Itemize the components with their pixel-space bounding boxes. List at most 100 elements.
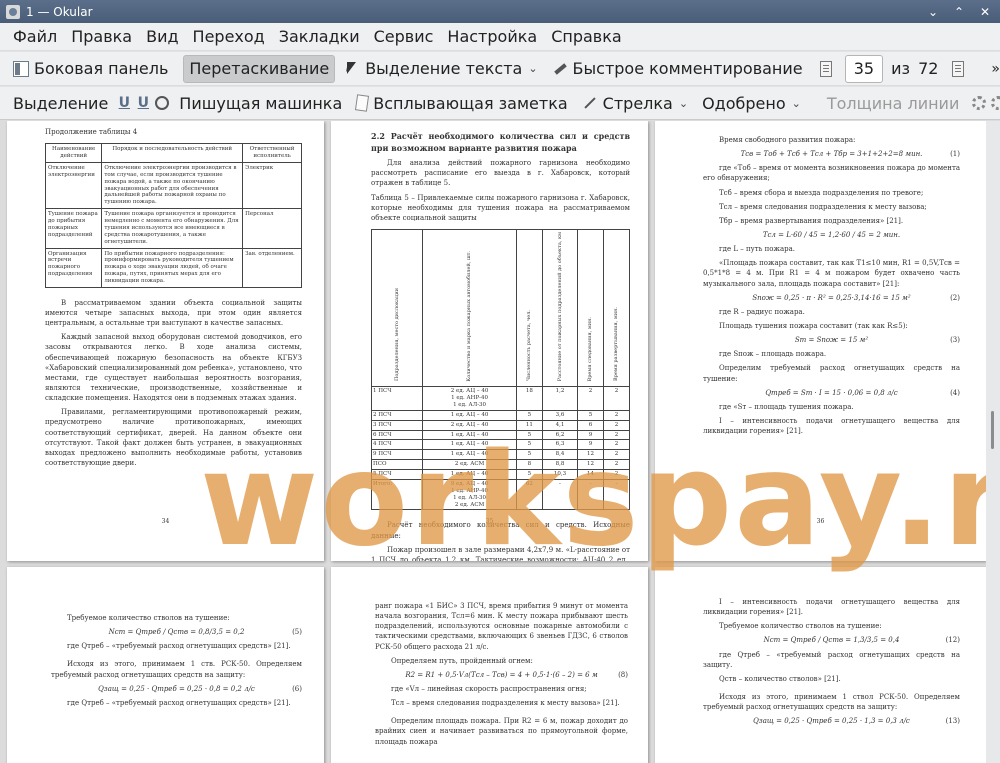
paragraph: где «Sт – площадь тушения пожара. [719, 402, 854, 411]
table-header: Порядок и последовательность действий [101, 143, 244, 163]
paragraph: I – интенсивность подачи огнетушащего ве… [703, 598, 960, 617]
page-number: 36 [816, 518, 825, 526]
page-number-input[interactable]: 35 [844, 54, 884, 83]
table-cell: Отключение электроэнергии производится в… [101, 161, 244, 210]
paragraph: Tсл – время следования подразделения к м… [719, 202, 927, 211]
line-width-button[interactable]: Толщина линии [822, 89, 965, 117]
paragraph: Tсб – время сбора и выезда подразделения… [719, 188, 924, 197]
formula: Qтреб = Sт · I = 15 · 0,06 = 0,8 л/с (4) [765, 388, 960, 397]
formula: Qзащ = 0,25 · Qтреб = 0,25 · 1,3 = 0,3 л… [753, 717, 960, 726]
table-caption: Таблица 5 – Привлекаемые силы пожарного … [371, 193, 630, 222]
table-header: Ответственный исполнитель [242, 143, 302, 163]
paragraph: Требуемое количество стволов на тушение: [67, 614, 230, 622]
menu-tools[interactable]: Сервис [367, 24, 441, 49]
arrow-tool-button[interactable]: Стрелка ⌄ [577, 89, 693, 117]
page-37: Требуемое количество стволов на тушение:… [7, 567, 324, 763]
table-header: Количество и марка пожарных автомобилей,… [422, 229, 517, 388]
highlight-tool-button[interactable]: Выделение [8, 89, 113, 117]
minimize-button[interactable]: ⌄ [922, 3, 944, 21]
actions-table: Наименование действий Порядок и последов… [44, 143, 302, 288]
scrollbar-thumb[interactable] [991, 411, 994, 449]
menu-edit[interactable]: Правка [64, 24, 139, 49]
menu-bookmarks[interactable]: Закладки [272, 24, 367, 49]
typewriter-tool-button[interactable]: Пишущая машинка [174, 89, 347, 117]
paragraph: В рассматриваемом здании объекта социаль… [45, 298, 302, 328]
paragraph: Для анализа действий пожарного гарнизона… [371, 159, 630, 188]
paragraph: ранг пожара «1 БИС» 3 ПСЧ, время прибыти… [375, 602, 628, 651]
toolbar-overflow-icon[interactable]: » [991, 61, 1000, 77]
table-row: ПСО 2 ед. АСМ 8 8,8 12 2 [370, 459, 630, 471]
table-row: 1 ПСЧ 2 ед. АЦ – 40 1 ед. АНР-40 1 ед. АЛ… [370, 386, 630, 411]
table-row: 3 ПСЧ 2 ед. АЦ – 40 11 4,1 6 2 [370, 419, 630, 431]
sidebar-icon [13, 60, 29, 77]
paragraph: Исходя из этого, принимаем 1 ствол РСК-5… [703, 692, 960, 712]
browse-tool-button[interactable]: Перетаскивание [183, 54, 336, 83]
paragraph: Пожар произошел в зале размерами 4,2х7,9… [371, 545, 630, 561]
paragraph: где «Tоб – время от момента возникновени… [703, 164, 960, 183]
underline-icon[interactable]: U [117, 95, 131, 111]
popup-note-tool-button[interactable]: Всплывающая заметка [351, 89, 572, 117]
table-cell: По прибытии пожарного подразделения: про… [101, 247, 244, 288]
formula: Nст = Qтреб / Qств = 0,8/3,5 = 0,2 (5) [108, 628, 302, 637]
paragraph: Tбр – время развертывания подразделения»… [719, 216, 904, 225]
vertical-scrollbar[interactable] [986, 121, 1000, 763]
menu-settings[interactable]: Настройка [440, 24, 544, 49]
table-cell: Отключение электроэнергии [44, 161, 103, 210]
page-number: 35 [485, 518, 494, 526]
next-page-icon[interactable] [952, 60, 965, 77]
page-34: Продолжение таблицы 4 Наименование дейст… [7, 121, 324, 561]
stamp-icon[interactable] [155, 96, 170, 110]
stamp-approved-button[interactable]: Одобрено ⌄ [697, 89, 806, 117]
table-row: 6 ПСЧ 1 ед. АЦ – 40 5 6,2 9 2 [370, 429, 630, 441]
opacity-icon[interactable] [991, 96, 1000, 110]
arrow-icon [582, 95, 598, 111]
chevron-down-icon[interactable]: ⌄ [679, 97, 688, 110]
table-row: 5 ПСЧ 1 ед. АЦ – 40 5 10,3 14 2 [370, 469, 630, 480]
section-heading: 2.2 Расчёт необходимого количества сил и… [371, 131, 630, 153]
table-row: Тушение пожара до прибытия пожарных подр… [44, 208, 302, 249]
table-cell: Электрик [242, 161, 302, 210]
window-title: 1 — Okular [26, 4, 93, 19]
menu-help[interactable]: Справка [544, 24, 629, 49]
title-bar: 1 — Okular ⌄ ⌃ ✕ [0, 0, 1000, 23]
annotation-toolbar: Выделение U U Пишущая машинка Всплывающа… [0, 86, 1000, 120]
forces-table: Подразделения, место дислокации Количест… [370, 229, 630, 511]
paragraph: Определим требуемый расход огнетушащих с… [703, 364, 960, 383]
paragraph: где «Vл – линейная скорость распростране… [391, 684, 587, 693]
table-row: 2 ПСЧ 1 ед. АЦ – 40 5 3,6 5 2 [370, 409, 630, 421]
note-icon [355, 94, 370, 112]
menu-view[interactable]: Вид [139, 24, 185, 49]
paragraph: Каждый запасной выход оборудован системо… [45, 333, 302, 403]
maximize-button[interactable]: ⌃ [948, 3, 970, 21]
sidebar-button[interactable]: Боковая панель [8, 55, 173, 83]
table-row: 9 ПСЧ 1 ед. АЦ – 40 5 8,4 12 2 [370, 449, 630, 461]
color-icon[interactable] [972, 96, 987, 110]
table-row: Итого: 9 ед. АЦ – 40 1 ед. АНР-40 1 ед. А… [370, 478, 630, 511]
paragraph: Определим площадь пожара. При R2 = 6 м, … [375, 717, 628, 746]
quick-annotation-button[interactable]: Быстрое комментирование [547, 55, 808, 83]
paragraph: Требуемое количество стволов на тушение: [719, 622, 882, 631]
table-header: Наименование действий [44, 143, 103, 163]
paragraph: «Площадь пожара составит, так как T1≤10 … [703, 259, 960, 288]
sidebar-button-label: Боковая панель [34, 59, 169, 78]
menu-file[interactable]: Файл [6, 24, 64, 49]
formula: R2 = R1 + 0,5·Vл(Tсл – Tсв) = 4 + 0,5·1·… [405, 670, 628, 679]
menu-go[interactable]: Переход [186, 24, 272, 49]
arrow-tool-label: Стрелка [602, 93, 673, 113]
previous-page-icon[interactable] [819, 60, 832, 77]
text-selection-tool-button[interactable]: Выделение текста ⌄ [339, 55, 542, 83]
chevron-down-icon[interactable]: ⌄ [528, 62, 537, 75]
page-of-label: из [891, 59, 911, 78]
table-cell: Тушение пожара организуется и проводится… [101, 208, 244, 249]
close-button[interactable]: ✕ [974, 3, 996, 21]
popup-note-label: Всплывающая заметка [373, 93, 568, 113]
main-toolbar: Боковая панель Перетаскивание Выделение … [0, 51, 1000, 85]
stamp-approved-label: Одобрено [702, 93, 786, 113]
menu-bar: Файл Правка Вид Переход Закладки Сервис … [0, 23, 1000, 50]
chevron-down-icon[interactable]: ⌄ [792, 97, 801, 110]
table-cell: Зав. отделением. [242, 247, 302, 288]
squiggle-underline-icon[interactable]: U [136, 95, 150, 111]
typewriter-tool-label: Пишущая машинка [179, 93, 343, 113]
document-view[interactable]: Продолжение таблицы 4 Наименование дейст… [0, 121, 1000, 763]
formula: Sт = Sпож = 15 м² (3) [794, 336, 960, 345]
